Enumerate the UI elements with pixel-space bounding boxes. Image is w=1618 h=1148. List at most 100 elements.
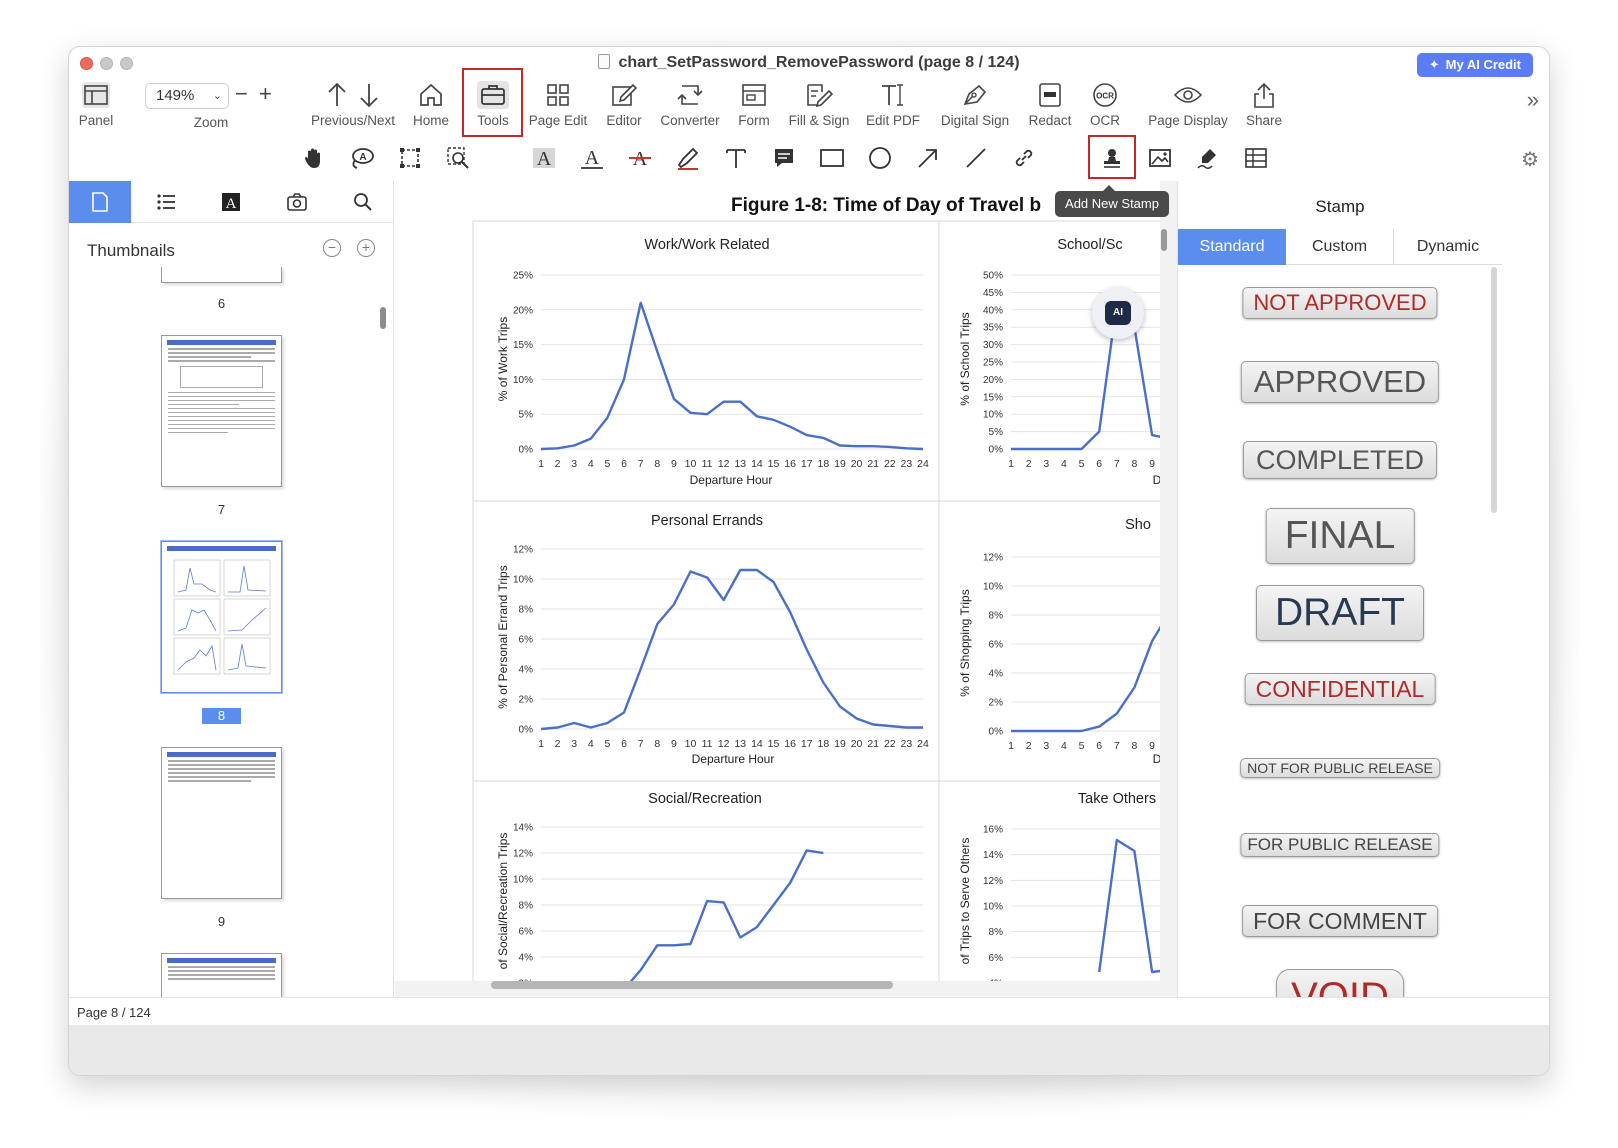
thumbnail-page-10[interactable] (161, 953, 282, 997)
chart-6-ytick-label: 4% (989, 979, 1004, 982)
strikethrough-icon[interactable]: A (625, 143, 655, 173)
list-icon (157, 194, 175, 210)
table-icon[interactable] (1241, 143, 1271, 173)
thumbnail-page-9[interactable] (161, 747, 282, 899)
stamp-not-approved-item[interactable]: NOT APPROVED (1178, 287, 1502, 321)
tab-thumbnails[interactable] (69, 181, 131, 223)
thumbnail-scrollbar[interactable] (380, 307, 386, 329)
chart-2-xtick-label: 3 (1043, 458, 1049, 470)
chart-2-x-axis-label: D (1153, 473, 1160, 487)
eye-icon (1143, 79, 1233, 111)
chart-4-ytick-label: 12% (983, 553, 1003, 564)
thumbnail-zoom-in-button[interactable]: + (357, 239, 375, 257)
thumbnail-zoom-out-button[interactable]: − (323, 239, 341, 257)
thumbnail-label-7: 7 (217, 502, 226, 517)
stamp-draft-item[interactable]: DRAFT (1178, 585, 1502, 643)
arrow-icon[interactable] (913, 143, 943, 173)
chart-2-ytick-label: 25% (983, 358, 1003, 369)
panel-button[interactable]: Panel (71, 79, 121, 135)
more-tools-chevron-icon[interactable]: » (1527, 87, 1539, 113)
line-icon[interactable] (961, 143, 991, 173)
image-icon[interactable] (1145, 143, 1175, 173)
text-box-icon[interactable] (721, 143, 751, 173)
converter-button[interactable]: Converter (657, 79, 723, 135)
stamp-confidential-item[interactable]: CONFIDENTIAL (1178, 673, 1502, 707)
stamp-not-for-public-release: NOT FOR PUBLIC RELEASE (1240, 758, 1440, 778)
edit-pdf-button[interactable]: Edit PDF (861, 79, 925, 135)
editor-button[interactable]: Editor (599, 79, 649, 135)
zoom-select[interactable]: 149% ⌄ (145, 83, 229, 109)
chart-1-ytick-label: 5% (519, 410, 534, 421)
circle-icon[interactable] (865, 143, 895, 173)
chart-1-xtick-label: 24 (917, 458, 929, 470)
tab-outline[interactable] (135, 181, 197, 223)
page-edit-button[interactable]: Page Edit (525, 79, 591, 135)
previous-next-label: Previous/Next (310, 113, 396, 128)
stamp-for-comment-item[interactable]: FOR COMMENT (1178, 905, 1502, 939)
chart-3-xtick-label: 11 (702, 738, 713, 750)
ai-assistant-button[interactable]: AI (1092, 287, 1144, 339)
note-icon[interactable] (769, 143, 799, 173)
ai-credit-button[interactable]: ✦ My AI Credit (1416, 53, 1533, 77)
digital-sign-button[interactable]: Digital Sign (933, 79, 1017, 135)
thumbnail-page-6[interactable] (161, 267, 282, 283)
zoom-in-button[interactable]: + (259, 81, 272, 107)
stamp-final-item[interactable]: FINAL (1178, 508, 1502, 566)
thumbnail-page-8[interactable] (161, 541, 282, 693)
thumbnail-label-6: 6 (217, 296, 226, 311)
hand-icon[interactable] (299, 143, 329, 173)
chart-1-xtick-label: 16 (784, 458, 796, 470)
stamp-void-item[interactable]: VOID (1178, 969, 1502, 997)
settings-gear-icon[interactable]: ⚙ (1521, 147, 1539, 172)
home-icon (405, 79, 457, 111)
chart-6-ytick-label: 14% (983, 850, 1003, 861)
edit-pdf-label: Edit PDF (865, 113, 920, 128)
stamp-panel-scrollbar[interactable] (1491, 267, 1497, 513)
chart-2-xtick-label: 2 (1026, 458, 1032, 470)
document-vertical-scrollbar[interactable] (1161, 229, 1167, 251)
form-button[interactable]: Form (731, 79, 777, 135)
share-button[interactable]: Share (1241, 79, 1287, 135)
ocr-button[interactable]: OCR OCR (1083, 79, 1127, 135)
chart-1-xtick-label: 1 (538, 458, 544, 470)
fill-sign-button[interactable]: Fill & Sign (783, 79, 855, 135)
rectangle-icon[interactable] (817, 143, 847, 173)
text-highlight-icon[interactable]: A (529, 143, 559, 173)
stamp-approved-item[interactable]: APPROVED (1178, 361, 1502, 405)
chart-3-xtick-label: 17 (801, 738, 813, 750)
zoom-area-icon[interactable] (443, 143, 473, 173)
tab-snapshots[interactable] (266, 181, 328, 223)
chart-1-xtick-label: 20 (851, 458, 863, 470)
fill-sign-icon (783, 79, 855, 111)
chart-3-xtick-label: 3 (571, 738, 577, 750)
page-display-button[interactable]: Page Display (1143, 79, 1233, 135)
link-icon[interactable] (1009, 143, 1039, 173)
redact-button[interactable]: Redact (1025, 79, 1075, 135)
stamp-not-for-public-release-item[interactable]: NOT FOR PUBLIC RELEASE (1178, 758, 1502, 780)
tab-search[interactable] (332, 181, 394, 223)
stamp-for-public-release-item[interactable]: FOR PUBLIC RELEASE (1178, 833, 1502, 859)
edit-icon (599, 79, 649, 111)
thumbnail-page-7[interactable] (161, 335, 282, 487)
text-underline-icon[interactable]: A (577, 143, 607, 173)
zoom-out-button[interactable]: − (235, 81, 248, 107)
chart-2-ytick-label: 20% (983, 375, 1003, 386)
chart-4-xtick-label: 9 (1149, 740, 1155, 752)
tab-standard[interactable]: Standard (1178, 229, 1286, 265)
area-select-icon[interactable] (395, 143, 425, 173)
document-horizontal-scrollbar[interactable] (491, 981, 893, 989)
tab-custom[interactable]: Custom (1286, 229, 1394, 265)
lasso-icon[interactable]: A (347, 143, 377, 173)
tab-annotations[interactable]: A (200, 181, 262, 223)
stamp-confidential: CONFIDENTIAL (1244, 673, 1436, 705)
signature-icon[interactable] (1193, 143, 1223, 173)
home-button[interactable]: Home (405, 79, 457, 135)
tab-dynamic[interactable]: Dynamic (1394, 229, 1502, 265)
stamp-completed-item[interactable]: COMPLETED (1178, 441, 1502, 481)
chart-5-ytick-label: 8% (519, 901, 534, 912)
panel-icon (71, 79, 121, 111)
page-indicator: Page 8 / 124 (77, 1005, 151, 1020)
previous-next-button[interactable]: Previous/Next (307, 79, 399, 135)
chart-4-xtick-label: 2 (1026, 740, 1032, 752)
highlighter-icon[interactable] (673, 143, 703, 173)
